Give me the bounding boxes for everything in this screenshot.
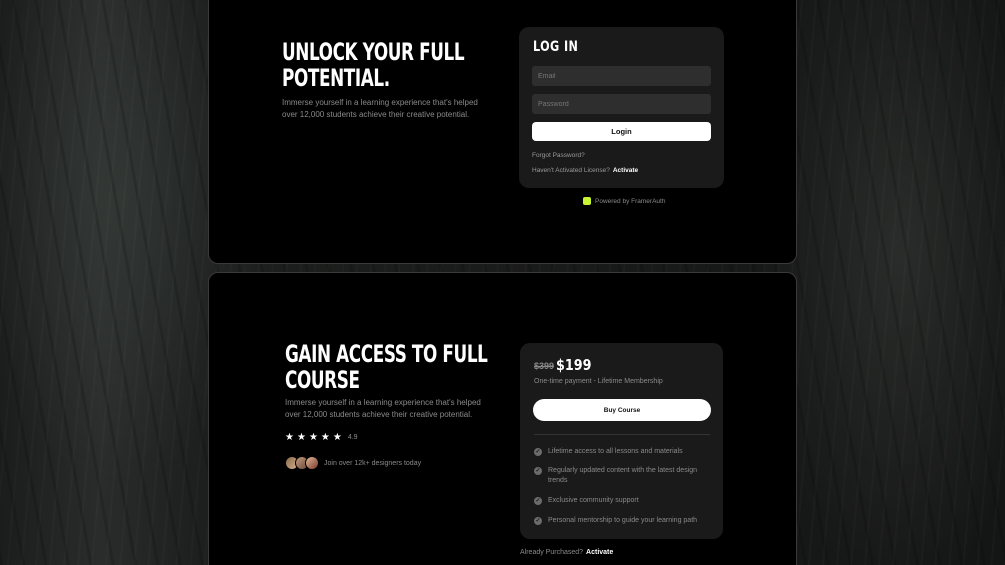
old-price: $399 <box>534 361 555 371</box>
rating-value: 4.9 <box>347 434 358 441</box>
star-icon: ★ <box>296 432 306 443</box>
email-input[interactable] <box>532 66 711 86</box>
powered-by[interactable]: Powered by FramerAuth <box>583 197 665 205</box>
login-card: LOG IN Login Forgot Password? Haven't Ac… <box>519 27 724 188</box>
not-activated-text: Haven't Activated License? <box>532 167 610 174</box>
star-icon: ★ <box>320 432 330 443</box>
feature-item: ✓ Regularly updated content with the lat… <box>534 466 714 486</box>
feature-item: ✓ Lifetime access to all lessons and mat… <box>534 447 714 457</box>
new-price: $199 <box>556 356 592 374</box>
powered-by-text: Powered by FramerAuth <box>595 197 666 205</box>
login-headline-line2: POTENTIAL. <box>282 63 390 92</box>
star-icon: ★ <box>308 432 318 443</box>
pricing-card: $399 $199 One-time payment - Lifetime Me… <box>520 343 723 539</box>
check-icon: ✓ <box>534 497 542 505</box>
star-icon: ★ <box>285 432 294 443</box>
star-icon: ★ <box>332 432 342 443</box>
course-headline-line1: GAIN ACCESS TO FULL <box>285 340 488 368</box>
course-headline-line2: COURSE <box>285 365 360 394</box>
activate-link[interactable]: Activate <box>613 167 638 174</box>
feature-item: ✓ Exclusive community support <box>534 496 714 506</box>
feature-text: Lifetime access to all lessons and mater… <box>548 448 683 455</box>
login-headline: UNLOCK YOUR FULL POTENTIAL. <box>282 38 465 92</box>
feature-text: Exclusive community support <box>548 497 639 504</box>
login-panel: UNLOCK YOUR FULL POTENTIAL. Immerse your… <box>208 0 797 264</box>
already-purchased-text: Already Purchased? <box>520 549 584 556</box>
price-note: One-time payment - Lifetime Membership <box>534 378 663 385</box>
course-panel: GAIN ACCESS TO FULL COURSE Immerse yours… <box>208 272 797 565</box>
feature-text: Personal mentorship to guide your learni… <box>548 517 698 524</box>
course-headline: GAIN ACCESS TO FULL COURSE <box>285 340 488 394</box>
rating: ★ ★ ★ ★ ★ 4.9 <box>285 432 358 443</box>
check-icon: ✓ <box>534 448 542 456</box>
activate-link[interactable]: Activate <box>586 549 613 556</box>
course-subtext: Immerse yourself in a learning experienc… <box>285 398 481 419</box>
framerauth-logo-icon <box>583 197 591 205</box>
password-input[interactable] <box>532 94 711 114</box>
avatar-group: Join over 12k+ designers today <box>285 456 421 470</box>
feature-item: ✓ Personal mentorship to guide your lear… <box>534 516 714 526</box>
feature-text: Regularly updated content with the lates… <box>548 467 698 484</box>
already-purchased-row: Already Purchased? Activate <box>520 549 613 556</box>
forgot-password-link[interactable]: Forgot Password? <box>532 152 585 159</box>
check-icon: ✓ <box>534 517 542 525</box>
join-text: Join over 12k+ designers today <box>324 459 422 467</box>
divider <box>534 434 710 435</box>
avatar <box>305 456 319 470</box>
activate-license-row: Haven't Activated License? Activate <box>532 167 638 174</box>
check-icon: ✓ <box>534 467 542 475</box>
login-headline-line1: UNLOCK YOUR FULL <box>282 38 465 66</box>
login-subtext: Immerse yourself in a learning experienc… <box>282 98 478 119</box>
login-card-title: LOG IN <box>533 39 579 55</box>
buy-course-button[interactable]: Buy Course <box>533 399 711 421</box>
login-button[interactable]: Login <box>532 122 711 141</box>
